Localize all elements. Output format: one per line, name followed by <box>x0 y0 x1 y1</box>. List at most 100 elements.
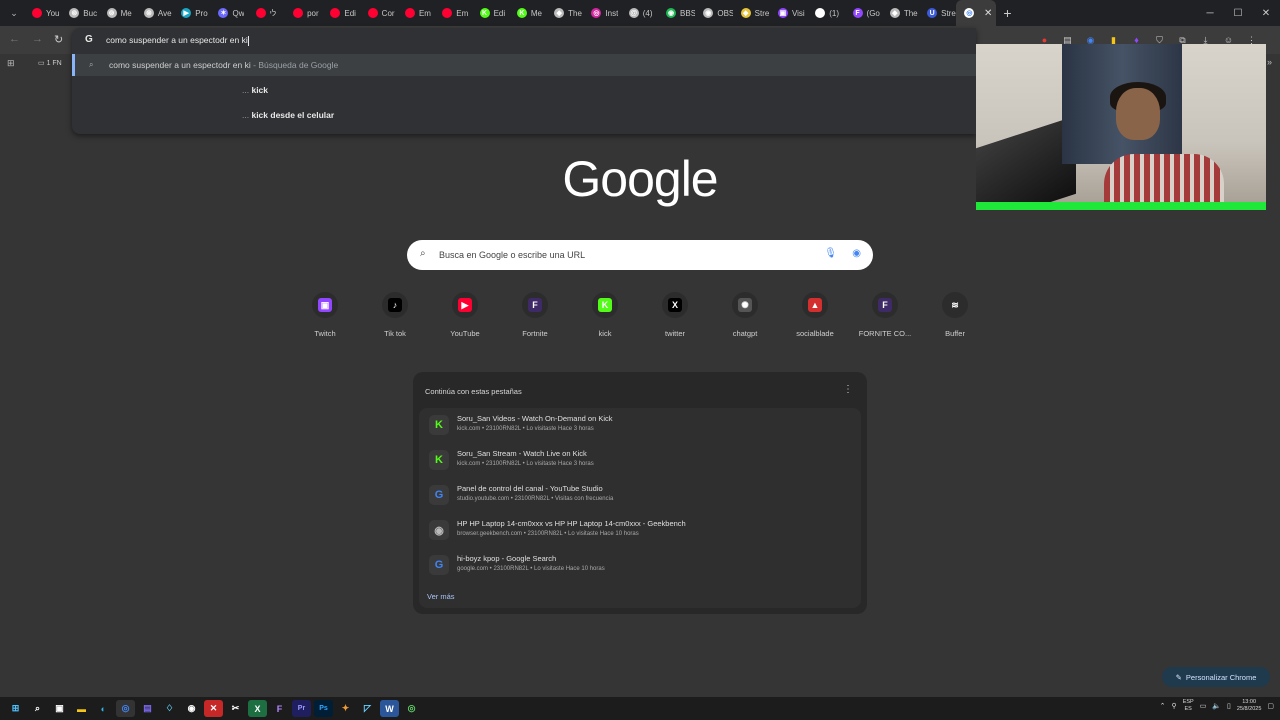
tab-item[interactable]: ✶ Qw <box>210 0 247 26</box>
close-window-button[interactable]: ✕ <box>1252 0 1280 26</box>
google-g-icon: G <box>85 34 93 45</box>
tab-search-icon[interactable]: ⌄ <box>4 3 24 23</box>
ntp-search-box[interactable]: ⌕ Busca en Google o escribe una URL 🎙 ◉ <box>407 240 873 270</box>
capcut-icon[interactable]: ✂ <box>226 700 245 717</box>
excel-icon[interactable]: X <box>248 700 267 717</box>
app-icon[interactable]: ◎ <box>402 700 421 717</box>
module-menu-icon[interactable]: ⋮ <box>843 384 853 395</box>
recent-tab-row[interactable]: K Soru_San Stream - Watch Live on Kick kic… <box>423 444 853 476</box>
tab-item[interactable]: ⊚ Buc <box>61 0 98 26</box>
start-windows-icon[interactable]: ⊞ <box>6 700 25 717</box>
shortcut-circle: ▶ <box>452 292 478 318</box>
google-lens-icon[interactable]: ◉ <box>852 248 861 259</box>
premiere-icon[interactable]: Pr <box>292 700 311 717</box>
app-icon[interactable]: ✦ <box>336 700 355 717</box>
word-icon[interactable]: W <box>380 700 399 717</box>
tab-item[interactable]: Em <box>397 0 434 26</box>
volume-icon[interactable]: 🔈 <box>1212 702 1221 710</box>
battery-icon[interactable]: ▯ <box>1227 702 1231 710</box>
suggestion-item[interactable]: ... kick <box>72 79 976 101</box>
file-explorer-icon[interactable]: ▬ <box>72 700 91 717</box>
tab-item[interactable]: You <box>24 0 61 26</box>
tab-new-tab-active[interactable]: ◎ ✕ <box>956 0 997 26</box>
shortcut-tile[interactable]: ♪ Tik tok <box>360 292 430 338</box>
forward-button[interactable]: → <box>32 33 43 45</box>
app-icon[interactable]: ▤ <box>138 700 157 717</box>
maximize-button[interactable]: ☐ <box>1224 0 1252 26</box>
tab-item[interactable]: ◉ OBS <box>695 0 733 26</box>
tab-item[interactable]: ◆ The <box>882 0 919 26</box>
chevron-up-icon[interactable]: ⌃ <box>1160 702 1166 710</box>
tab-item[interactable]: F (Go <box>845 0 882 26</box>
obs-icon[interactable]: ◉ <box>182 700 201 717</box>
see-more-link[interactable]: Ver más <box>427 592 455 601</box>
tab-item[interactable]: Em <box>434 0 471 26</box>
edge-icon[interactable]: ◐ <box>94 700 113 717</box>
recent-tab-row[interactable]: G Panel de control del canal - YouTube St… <box>423 479 853 511</box>
suggestion-search[interactable]: ⌕ como suspender a un espectodr en ki - … <box>72 54 976 76</box>
close-tab-icon[interactable]: ✕ <box>984 8 992 19</box>
shortcut-tile[interactable]: ▣ Twitch <box>290 292 360 338</box>
app-icon[interactable]: F <box>270 700 289 717</box>
tab-label: Visi <box>791 8 805 18</box>
tab-item[interactable]: ▣ Visi <box>770 0 807 26</box>
tab-item[interactable]: לי <box>248 0 285 26</box>
clock[interactable]: 13:00 25/8/2025 <box>1237 699 1261 713</box>
tab-item[interactable]: ◎ Inst <box>583 0 620 26</box>
photoshop-icon[interactable]: Ps <box>314 700 333 717</box>
app-icon[interactable]: ♢ <box>160 700 179 717</box>
tab-item[interactable]: ◉ BBS <box>658 0 695 26</box>
tab-item[interactable]: X (1) <box>807 0 844 26</box>
app-icon[interactable]: ◸ <box>358 700 377 717</box>
shortcut-label: Tik tok <box>384 329 406 338</box>
tab-item[interactable]: ▶ Pro <box>173 0 210 26</box>
notification-icon[interactable]: ▢ <box>1267 702 1274 710</box>
tab-item[interactable]: ⊚ Me <box>99 0 136 26</box>
network-icon[interactable]: ▭ <box>1200 702 1207 710</box>
bookmarks-more-icon[interactable]: » <box>1267 57 1272 67</box>
shortcut-tile[interactable]: ≋ Buffer <box>920 292 990 338</box>
tab-item[interactable]: ⊚ Ave <box>136 0 173 26</box>
bookmark-folder[interactable]: ▭ 1 FN <box>38 59 62 67</box>
site-favicon-icon: K <box>429 415 449 435</box>
suggestion-item[interactable]: ... kick desde el celular <box>72 104 976 126</box>
back-button[interactable]: ← <box>9 33 20 45</box>
task-view-icon[interactable]: ▣ <box>50 700 69 717</box>
language-indicator[interactable]: ESP ES <box>1183 699 1194 713</box>
chrome-icon[interactable]: ◎ <box>116 700 135 717</box>
recent-tab-row[interactable]: K Soru_San Videos - Watch On-Demand on Ki… <box>423 409 853 441</box>
recent-tab-subtitle: google.com • 23100RN82L • Lo visitaste H… <box>457 566 605 572</box>
tab-label: (Go <box>866 8 880 18</box>
reload-button[interactable]: ↻ <box>54 33 63 46</box>
tab-item[interactable]: K Me <box>509 0 546 26</box>
tab-item[interactable]: U Stre <box>919 0 956 26</box>
tab-item[interactable]: Edi <box>322 0 359 26</box>
tab-item[interactable]: K Edi <box>472 0 509 26</box>
app-icon[interactable]: ✕ <box>204 700 223 717</box>
tab-item[interactable]: por <box>285 0 322 26</box>
personalize-chrome-button[interactable]: ✎ Personalizar Chrome <box>1162 667 1270 687</box>
new-tab-button[interactable]: + <box>996 5 1018 21</box>
suggestion-prefix: ... <box>242 85 250 95</box>
address-bar[interactable]: G como suspender a un espectodr en ki <box>72 28 976 52</box>
shortcut-tile[interactable]: ✺ chatgpt <box>710 292 780 338</box>
shortcut-tile[interactable]: ▶ YouTube <box>430 292 500 338</box>
recent-tab-row[interactable]: Ghi-boyz kpop - Google Search google.com … <box>423 549 853 581</box>
shortcut-tile[interactable]: F FORNITE CO... <box>850 292 920 338</box>
recent-tab-row[interactable]: ◉ HP HP Laptop 14-cm0xxx vs HP HP Laptop … <box>423 514 853 546</box>
search-icon[interactable]: ⌕ <box>28 700 47 717</box>
microphone-icon[interactable]: 🎙 <box>824 248 837 259</box>
apps-grid-icon[interactable]: ⊞ <box>7 58 15 69</box>
tab-item[interactable]: @ (4) <box>621 0 658 26</box>
shortcut-tile[interactable]: ▲ socialblade <box>780 292 850 338</box>
address-input[interactable]: como suspender a un espectodr en ki <box>106 35 249 46</box>
shortcut-tile[interactable]: Kkick <box>570 292 640 338</box>
shortcut-tile[interactable]: F Fortnite <box>500 292 570 338</box>
shortcut-tile[interactable]: Xtwitter <box>640 292 710 338</box>
tab-item[interactable]: ◆ The <box>546 0 583 26</box>
minimize-button[interactable]: ─ <box>1196 0 1224 26</box>
usb-icon[interactable]: ⚲ <box>1172 702 1177 710</box>
tab-item[interactable]: ◆ Stre <box>733 0 770 26</box>
tab-item[interactable]: Cor <box>360 0 397 26</box>
recent-tab-title: hi-boyz kpop - Google Search <box>457 554 557 563</box>
